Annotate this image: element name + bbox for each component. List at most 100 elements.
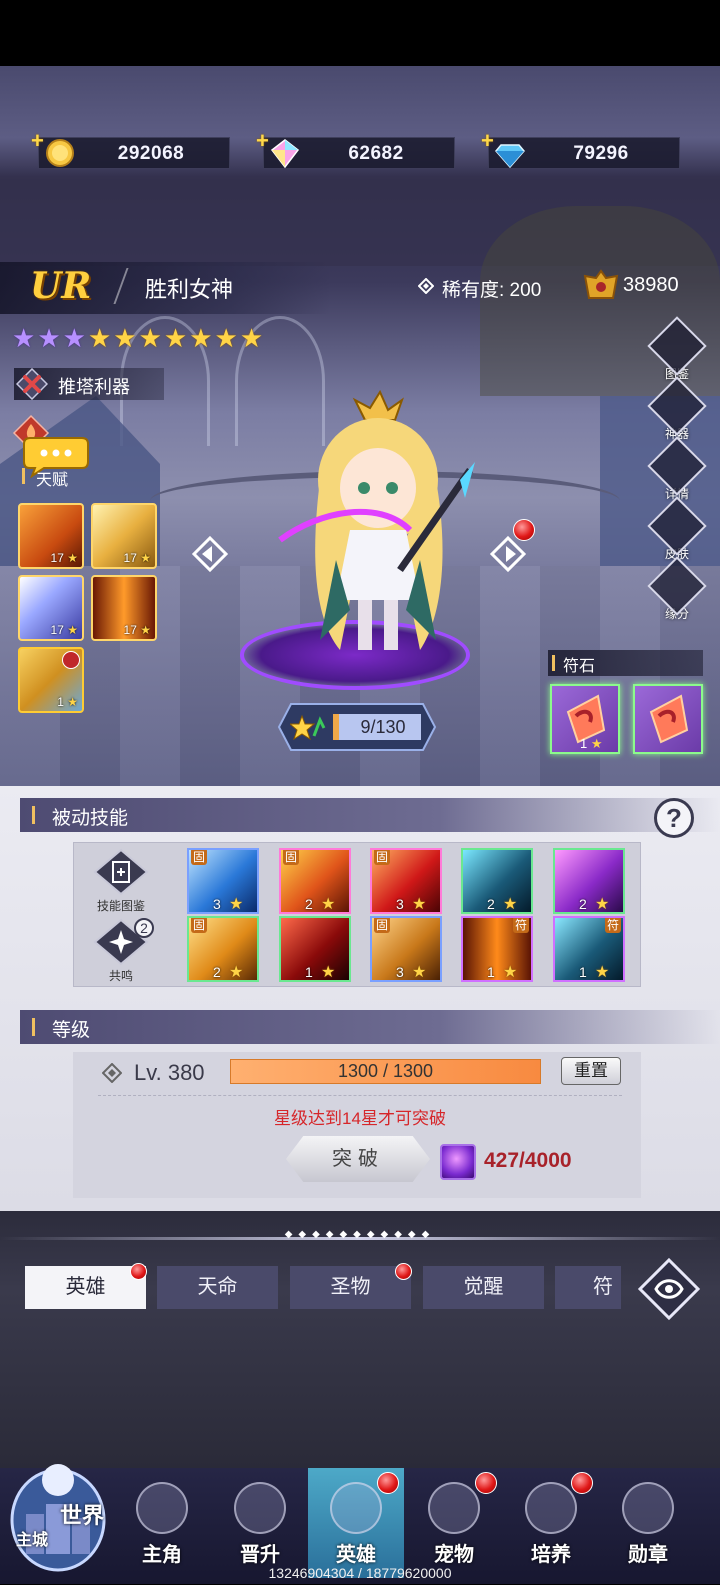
home-city-button[interactable]: 世界 主城 bbox=[6, 1440, 118, 1580]
world-label: 世界 bbox=[60, 1503, 105, 1528]
star-gold-icon: ★ bbox=[229, 896, 244, 913]
nav-protagonist[interactable]: 主角 bbox=[114, 1468, 210, 1578]
skill-level: 3 bbox=[213, 896, 221, 912]
passive-skill-icon[interactable]: 符 1 ★ bbox=[553, 916, 625, 982]
hero-level-text: 9/130 bbox=[360, 717, 406, 737]
help-button[interactable]: ? bbox=[654, 798, 694, 838]
rune-slot-1[interactable]: 1 ★ bbox=[550, 684, 620, 754]
skill-codex-button[interactable]: 技能图鉴 bbox=[88, 848, 154, 913]
skill-level: 1 bbox=[305, 964, 313, 980]
medal-icon bbox=[622, 1482, 674, 1534]
nav-label: 宠物 bbox=[434, 1544, 474, 1566]
passive-skill-icon[interactable]: 固 3 ★ bbox=[370, 848, 442, 914]
star-gold-icon: ★ bbox=[138, 323, 162, 353]
fixed-tag: 固 bbox=[191, 850, 208, 865]
skill-level: 2 bbox=[579, 896, 587, 912]
resonance-label: 共鸣 bbox=[108, 969, 133, 983]
talent-accent bbox=[22, 468, 25, 484]
resonance-count-badge: 2 bbox=[134, 918, 154, 938]
passive-skill-icon[interactable]: 1 ★ bbox=[279, 916, 351, 982]
help-icon: ? bbox=[666, 803, 682, 833]
add-gold-icon[interactable]: + bbox=[31, 130, 44, 152]
notification-dot bbox=[571, 1472, 593, 1494]
passive-skill-icon[interactable]: 固 2 ★ bbox=[279, 848, 351, 914]
star-gold-icon: ★ bbox=[163, 323, 188, 353]
add-rainbow-gem-icon[interactable]: + bbox=[256, 130, 269, 152]
star-gold-icon: ★ bbox=[67, 695, 78, 709]
helmet-icon bbox=[330, 1482, 382, 1534]
previous-hero-arrow-icon[interactable] bbox=[188, 534, 229, 574]
talent-icon-3[interactable]: 17 ★ bbox=[18, 575, 84, 641]
tab-rune[interactable]: 符文 bbox=[555, 1266, 621, 1309]
gold-counter[interactable]: + 292068 bbox=[31, 130, 230, 170]
side-button-bond[interactable]: 缘分 bbox=[647, 556, 707, 627]
passive-skill-icon[interactable]: 固 3 ★ bbox=[370, 916, 442, 982]
hero-character[interactable] bbox=[260, 389, 480, 670]
blue-gem-counter[interactable]: + 79296 bbox=[481, 130, 680, 169]
rune-tag: 符 bbox=[512, 918, 529, 933]
rarity-diamond-icon bbox=[417, 277, 435, 295]
talent-icon-2[interactable]: 17 ★ bbox=[91, 503, 157, 569]
tab-menu-icon[interactable] bbox=[636, 1256, 702, 1322]
talent-weapon-icon[interactable]: 1 ★ bbox=[18, 647, 84, 713]
star-gold-icon: ★ bbox=[113, 323, 137, 353]
rune-stone-icon bbox=[649, 694, 689, 744]
nav-promotion[interactable]: 晋升 bbox=[212, 1468, 308, 1578]
promotion-icon bbox=[234, 1482, 286, 1534]
add-blue-gem-icon[interactable]: + bbox=[481, 130, 494, 152]
passive-skill-icon[interactable]: 固 3 ★ bbox=[187, 848, 259, 914]
notification-dot bbox=[513, 519, 535, 541]
reset-button[interactable]: 重置 bbox=[561, 1057, 621, 1085]
nav-medal[interactable]: 勋章 bbox=[600, 1468, 696, 1578]
tab-relic[interactable]: 圣物 bbox=[290, 1266, 411, 1309]
talent-level: 1 bbox=[57, 695, 64, 709]
fixed-tag: 固 bbox=[374, 850, 391, 865]
fixed-tag: 固 bbox=[283, 850, 300, 865]
talent-icon-4[interactable]: 17 ★ bbox=[91, 575, 157, 641]
breakthrough-button[interactable]: 突破 bbox=[286, 1136, 430, 1182]
tab-awaken[interactable]: 觉醒 bbox=[423, 1266, 544, 1309]
passive-skills-header: 被动技能 bbox=[20, 798, 720, 832]
status-bar-area bbox=[0, 0, 720, 66]
star-gold-icon: ★ bbox=[189, 323, 213, 353]
passive-skill-icon[interactable]: 符 1 ★ bbox=[461, 916, 533, 982]
passive-skill-icon[interactable]: 2 ★ bbox=[553, 848, 625, 914]
divider bbox=[98, 1095, 622, 1096]
star-gold-icon: ★ bbox=[503, 896, 518, 913]
notification-dot bbox=[475, 1472, 497, 1494]
star-gold-icon: ★ bbox=[87, 323, 112, 353]
hero-name: 胜利女神 bbox=[145, 277, 234, 302]
star-gold-icon: ★ bbox=[321, 896, 336, 913]
nav-label: 主角 bbox=[142, 1544, 182, 1566]
lock-badge-icon bbox=[62, 651, 80, 669]
rune-accent bbox=[552, 655, 555, 671]
passive-skill-icon[interactable]: 2 ★ bbox=[461, 848, 533, 914]
passive-skill-icon[interactable]: 固 2 ★ bbox=[187, 916, 259, 982]
notification-dot bbox=[395, 1263, 412, 1280]
skill-level: 3 bbox=[396, 896, 404, 912]
nav-label: 晋升 bbox=[240, 1544, 280, 1566]
talent-level: 17 bbox=[123, 551, 137, 565]
tab-hero[interactable]: 英雄 bbox=[25, 1266, 146, 1309]
star-purple-icon: ★ bbox=[37, 323, 61, 353]
hero-role: 推塔利器 bbox=[58, 377, 130, 397]
home-city-label: 主城 bbox=[16, 1532, 49, 1549]
star-gold-icon: ★ bbox=[321, 964, 336, 981]
talent-level: 17 bbox=[123, 623, 137, 637]
protagonist-icon bbox=[136, 1482, 188, 1534]
gold-coin-icon bbox=[43, 136, 77, 170]
codex-book-icon bbox=[93, 848, 149, 896]
rune-slot-2[interactable] bbox=[633, 684, 703, 754]
star-gold-icon: ★ bbox=[67, 551, 78, 565]
rainbow-gem-counter[interactable]: + 62682 bbox=[256, 130, 455, 170]
breakthrough-warning: 星级达到14星才可突破 bbox=[274, 1109, 446, 1128]
rainbow-gem-icon bbox=[268, 136, 302, 170]
talent-label: 天赋 bbox=[36, 472, 69, 489]
star-gold-icon: ★ bbox=[595, 896, 610, 913]
power-value: 38980 bbox=[623, 274, 679, 296]
talent-icon-1[interactable]: 17 ★ bbox=[18, 503, 84, 569]
tab-destiny[interactable]: 天命 bbox=[157, 1266, 278, 1309]
skill-level: 2 bbox=[487, 896, 495, 912]
rune-level: 1 bbox=[580, 736, 588, 751]
nav-label: 培养 bbox=[531, 1544, 571, 1566]
